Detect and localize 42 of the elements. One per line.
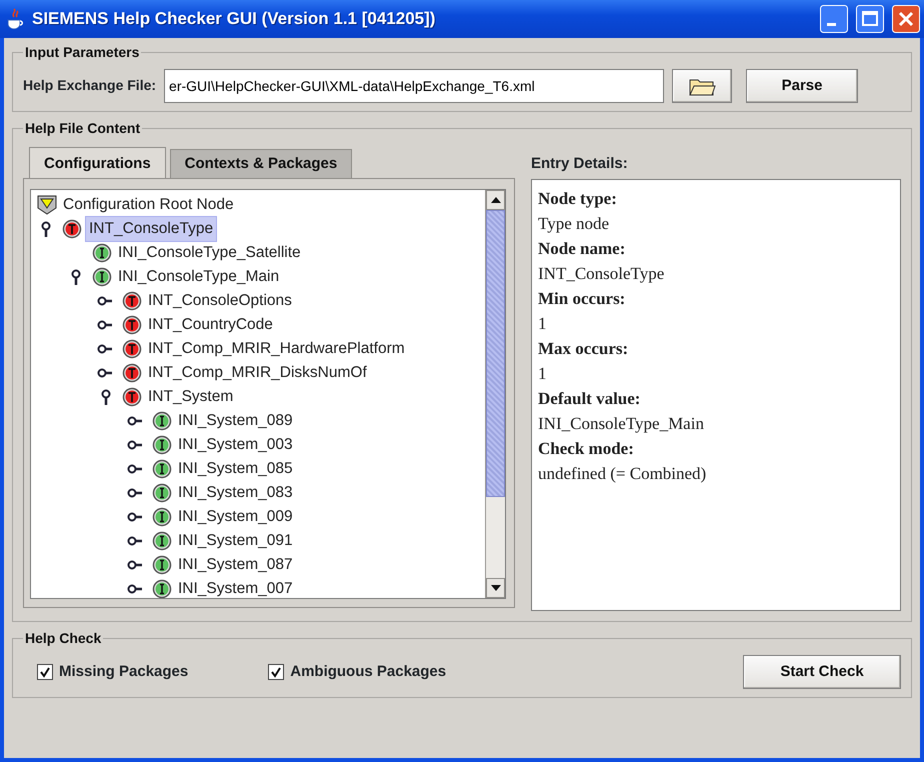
field-label: Help Exchange File: <box>23 76 156 96</box>
detail-label: Min occurs: <box>538 288 626 310</box>
tree-node[interactable]: INT_System <box>145 385 236 409</box>
tab[interactable]: Configurations <box>29 146 166 178</box>
tree-node[interactable]: INI_System_083 <box>175 481 296 505</box>
detail-value: INI_ConsoleType_Main <box>538 413 705 436</box>
detail-value: undefined (= Combined) <box>538 463 708 486</box>
tree-node[interactable]: INI_ConsoleType_Main <box>115 265 282 289</box>
tree-node[interactable]: INI_System_009 <box>175 505 296 529</box>
tree-node[interactable]: INT_Comp_MRIR_DisksNumOf <box>145 361 370 385</box>
detail-value: INT_ConsoleType <box>538 263 666 286</box>
tree-node[interactable]: INI_ConsoleType_Satellite <box>115 241 304 265</box>
detail-value: Type node <box>538 213 610 236</box>
file-path-field[interactable]: er-GUI\HelpChecker-GUI\XML-data\HelpExchange_T6.xml <box>164 68 664 103</box>
tree-node[interactable]: INI_System_003 <box>175 433 296 457</box>
tree-node[interactable]: INT_ConsoleType <box>85 216 218 242</box>
detail-label: Node name: <box>538 238 626 260</box>
parse-button[interactable]: Parse <box>746 68 858 103</box>
start-check-button[interactable]: Start Check <box>743 654 901 689</box>
group-title: Input Parameters <box>24 44 140 61</box>
checkbox-label[interactable]: Missing Packages <box>59 660 188 684</box>
tree-node[interactable]: INT_Comp_MRIR_HardwarePlatform <box>145 337 408 361</box>
tab[interactable]: Contexts & Packages <box>170 148 352 178</box>
group-title: Help File Content <box>24 120 142 137</box>
detail-label: Check mode: <box>538 438 635 460</box>
checkbox-label[interactable]: Ambiguous Packages <box>290 660 446 684</box>
detail-label: Node type: <box>538 188 618 210</box>
detail-label: Default value: <box>538 388 642 410</box>
tree-node[interactable]: INI_System_085 <box>175 457 296 481</box>
tree-node[interactable]: INT_ConsoleOptions <box>145 289 295 313</box>
detail-value: 1 <box>538 363 548 386</box>
tree-node[interactable]: INI_System_089 <box>175 409 296 433</box>
tree-node[interactable]: INI_System_087 <box>175 553 296 577</box>
tree-node[interactable]: INI_System_091 <box>175 529 296 553</box>
tree-node[interactable]: INT_CountryCode <box>145 313 276 337</box>
tree-node[interactable]: INI_System_007 <box>175 577 296 598</box>
tree-node[interactable]: Configuration Root Node <box>60 193 237 217</box>
detail-value: 1 <box>538 313 548 336</box>
window-title: SIEMENS Help Checker GUI (Version 1.1 [041205]) <box>32 8 436 30</box>
group-title: Help Check <box>24 630 102 647</box>
detail-label: Max occurs: <box>538 338 630 360</box>
panel-title: Entry Details: <box>531 154 629 174</box>
